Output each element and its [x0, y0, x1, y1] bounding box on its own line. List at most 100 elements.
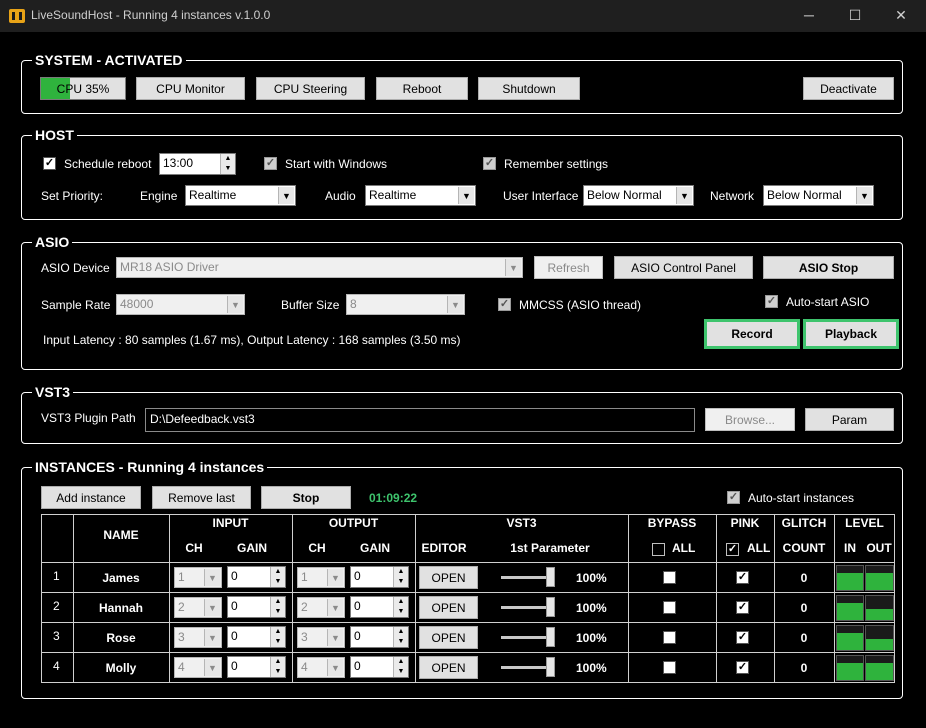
cpu-monitor-button[interactable]: CPU Monitor	[136, 77, 245, 100]
output-channel-select[interactable]: 3 ▼	[297, 627, 345, 648]
chevron-down-icon: ▼	[204, 599, 220, 616]
glitch-count: 0	[800, 661, 808, 675]
record-button[interactable]: Record	[704, 319, 800, 349]
open-editor-button[interactable]: OPEN	[419, 626, 478, 649]
asio-device-value: MR18 ASIO Driver	[120, 260, 219, 274]
pink-checkbox[interactable]: ✓	[736, 661, 749, 674]
parameter-slider-thumb[interactable]	[546, 597, 555, 617]
parameter-slider-thumb[interactable]	[546, 567, 555, 587]
spin-up-icon[interactable]: ▲	[393, 567, 408, 577]
input-gain-stepper[interactable]: 0 ▲ ▼	[227, 596, 286, 618]
param-button[interactable]: Param	[805, 408, 894, 431]
output-channel-select[interactable]: 2 ▼	[297, 597, 345, 618]
close-icon[interactable]: ✕	[878, 0, 924, 32]
engine-priority-select[interactable]: Realtime ▼	[185, 185, 296, 206]
pink-checkbox[interactable]: ✓	[736, 631, 749, 644]
schedule-reboot-checkbox[interactable]: ✓	[43, 157, 56, 170]
bypass-checkbox[interactable]	[663, 631, 676, 644]
spin-up-icon[interactable]: ▲	[270, 657, 285, 667]
shutdown-button[interactable]: Shutdown	[478, 77, 580, 100]
reboot-button[interactable]: Reboot	[376, 77, 468, 100]
asio-device-label: ASIO Device	[41, 261, 110, 275]
auto-start-instances-checkbox[interactable]: ✓	[727, 491, 740, 504]
remember-settings-checkbox[interactable]: ✓	[483, 157, 496, 170]
output-channel-select[interactable]: 1 ▼	[297, 567, 345, 588]
header-output-ch: CH	[308, 541, 326, 555]
refresh-button[interactable]: Refresh	[534, 256, 603, 279]
spin-down-icon[interactable]: ▼	[270, 667, 285, 677]
buffer-size-select[interactable]: 8 ▼	[346, 294, 465, 315]
auto-start-asio-checkbox[interactable]: ✓	[765, 295, 778, 308]
output-gain-stepper[interactable]: 0 ▲ ▼	[350, 626, 409, 648]
input-gain-stepper[interactable]: 0 ▲ ▼	[227, 626, 286, 648]
input-gain-stepper[interactable]: 0 ▲ ▼	[227, 656, 286, 678]
input-channel-select[interactable]: 4 ▼	[174, 657, 222, 678]
cpu-steering-button[interactable]: CPU Steering	[256, 77, 365, 100]
output-gain-stepper[interactable]: 0 ▲ ▼	[350, 656, 409, 678]
minimize-icon[interactable]: ─	[786, 0, 832, 32]
parameter-value: 100%	[576, 661, 607, 675]
spin-up-icon[interactable]: ▲	[270, 567, 285, 577]
spin-up-icon[interactable]: ▲	[270, 597, 285, 607]
start-with-windows-checkbox[interactable]: ✓	[264, 157, 277, 170]
spin-up-icon[interactable]: ▲	[393, 597, 408, 607]
parameter-value: 100%	[576, 571, 607, 585]
audio-priority-value: Realtime	[369, 188, 417, 202]
output-gain-stepper[interactable]: 0 ▲ ▼	[350, 566, 409, 588]
open-editor-button[interactable]: OPEN	[419, 656, 478, 679]
mmcss-checkbox[interactable]: ✓	[498, 298, 511, 311]
spin-down-icon[interactable]: ▼	[393, 607, 408, 617]
spin-down-icon[interactable]: ▼	[270, 607, 285, 617]
playback-button[interactable]: Playback	[803, 319, 899, 349]
output-channel-select[interactable]: 4 ▼	[297, 657, 345, 678]
spin-up-icon[interactable]: ▲	[393, 627, 408, 637]
spin-down-icon[interactable]: ▼	[393, 577, 408, 587]
asio-stop-button[interactable]: ASIO Stop	[763, 256, 894, 279]
bypass-checkbox[interactable]	[663, 601, 676, 614]
parameter-slider-thumb[interactable]	[546, 657, 555, 677]
add-instance-button[interactable]: Add instance	[41, 486, 141, 509]
input-gain-stepper[interactable]: 0 ▲ ▼	[227, 566, 286, 588]
spin-up-icon[interactable]: ▲	[220, 154, 235, 164]
cpu-usage-label: CPU 35%	[56, 81, 110, 96]
bypass-checkbox[interactable]	[663, 661, 676, 674]
spin-down-icon[interactable]: ▼	[393, 637, 408, 647]
stop-instances-button[interactable]: Stop	[261, 486, 351, 509]
reboot-time-stepper[interactable]: 13:00 ▲ ▼	[159, 153, 236, 175]
pink-all-checkbox[interactable]: ✓	[726, 543, 739, 556]
spin-down-icon[interactable]: ▼	[270, 637, 285, 647]
browse-button[interactable]: Browse...	[705, 408, 795, 431]
header-level-in: IN	[844, 541, 856, 555]
spin-down-icon[interactable]: ▼	[220, 164, 235, 174]
maximize-icon[interactable]: ☐	[832, 0, 878, 32]
input-channel-select[interactable]: 3 ▼	[174, 627, 222, 648]
input-channel-select[interactable]: 2 ▼	[174, 597, 222, 618]
audio-priority-label: Audio	[325, 189, 356, 203]
spin-up-icon[interactable]: ▲	[270, 627, 285, 637]
asio-device-select[interactable]: MR18 ASIO Driver ▼	[116, 257, 523, 278]
start-with-windows-label: Start with Windows	[285, 157, 388, 171]
chevron-down-icon: ▼	[327, 569, 343, 586]
spin-down-icon[interactable]: ▼	[270, 577, 285, 587]
pink-checkbox[interactable]: ✓	[736, 571, 749, 584]
asio-control-panel-button[interactable]: ASIO Control Panel	[614, 256, 753, 279]
spin-up-icon[interactable]: ▲	[393, 657, 408, 667]
bypass-checkbox[interactable]	[663, 571, 676, 584]
output-gain-stepper[interactable]: 0 ▲ ▼	[350, 596, 409, 618]
bypass-all-checkbox[interactable]	[652, 543, 665, 556]
app-logo-icon	[9, 9, 25, 23]
open-editor-button[interactable]: OPEN	[419, 596, 478, 619]
spin-down-icon[interactable]: ▼	[393, 667, 408, 677]
remove-last-button[interactable]: Remove last	[152, 486, 251, 509]
open-editor-button[interactable]: OPEN	[419, 566, 478, 589]
parameter-slider-thumb[interactable]	[546, 627, 555, 647]
vst3-path-field[interactable]: D:\Defeedback.vst3	[145, 408, 695, 432]
input-gain-stepper-value: 0	[231, 659, 238, 673]
pink-checkbox[interactable]: ✓	[736, 601, 749, 614]
ui-priority-select[interactable]: Below Normal ▼	[583, 185, 694, 206]
network-priority-select[interactable]: Below Normal ▼	[763, 185, 874, 206]
audio-priority-select[interactable]: Realtime ▼	[365, 185, 476, 206]
deactivate-button[interactable]: Deactivate	[803, 77, 894, 100]
sample-rate-select[interactable]: 48000 ▼	[116, 294, 245, 315]
input-channel-select[interactable]: 1 ▼	[174, 567, 222, 588]
